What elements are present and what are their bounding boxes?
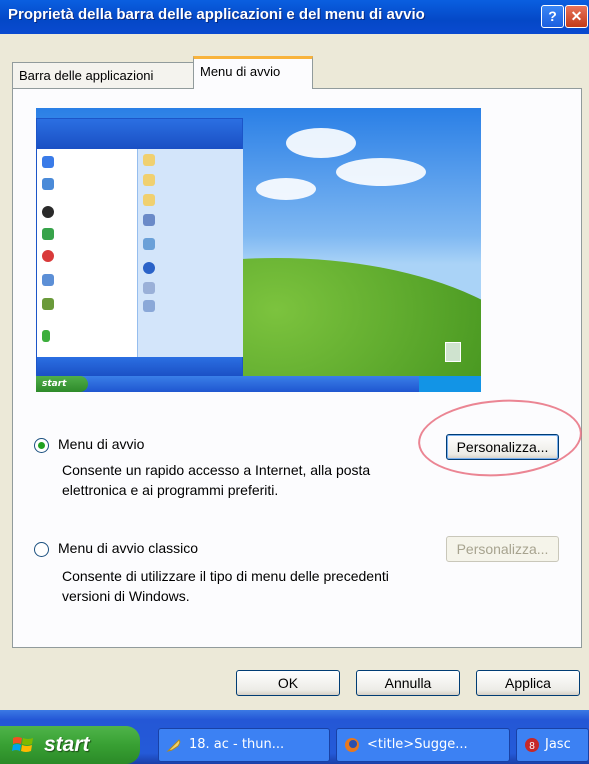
- search-icon: [143, 282, 155, 294]
- jasc-icon: 8: [525, 738, 539, 752]
- heart-icon: [42, 250, 54, 262]
- preview-tray: [419, 376, 481, 392]
- help-button[interactable]: ?: [541, 5, 564, 28]
- help-icon: [143, 262, 155, 274]
- notepad-icon: [42, 274, 54, 286]
- cloud-decoration: [336, 158, 426, 186]
- startmenu-description: Consente un rapido accesso a Internet, a…: [62, 462, 371, 498]
- taskbar-item-label: 18. ac - thun...: [189, 737, 285, 752]
- control-panel-icon: [143, 238, 155, 250]
- internet-explorer-icon: [42, 156, 54, 168]
- taskbar-item-jasc[interactable]: 8 Jasc: [516, 728, 589, 762]
- svg-text:8: 8: [529, 741, 535, 752]
- recycle-bin-icon: [445, 342, 461, 362]
- customize-startmenu-button[interactable]: Personalizza...: [446, 434, 559, 460]
- cloud-decoration: [256, 178, 316, 200]
- close-button[interactable]: ✕: [565, 5, 588, 28]
- preview-menu-left: [37, 149, 137, 357]
- tab-start-menu[interactable]: Menu di avvio: [193, 56, 313, 89]
- firefox-icon: [345, 738, 359, 752]
- radio-selected-dot: [38, 442, 45, 449]
- preview-menu-header: [37, 119, 242, 149]
- windows-logo-icon: [12, 737, 33, 752]
- start-button[interactable]: start: [0, 726, 140, 764]
- all-programs-arrow-icon: [42, 330, 50, 342]
- tab-taskbar[interactable]: Barra delle applicazioni: [12, 62, 195, 90]
- cancel-button[interactable]: Annulla: [356, 670, 460, 696]
- title-bar: Proprietà della barra delle applicazioni…: [0, 0, 589, 34]
- folder-icon: [143, 154, 155, 166]
- classic-description: Consente di utilizzare il tipo di menu d…: [62, 568, 389, 604]
- media-player-icon: [42, 206, 54, 218]
- movie-maker-icon: [42, 298, 54, 310]
- taskbar: start 18. ac - thun... <title>Sugge... 8…: [0, 710, 589, 764]
- taskbar-item-label: <title>Sugge...: [367, 737, 468, 752]
- email-icon: [42, 178, 54, 190]
- run-icon: [143, 300, 155, 312]
- folder-icon: [143, 194, 155, 206]
- start-label: start: [44, 733, 90, 756]
- cloud-decoration: [286, 128, 356, 158]
- computer-icon: [143, 214, 155, 226]
- apply-button[interactable]: Applica: [476, 670, 580, 696]
- window-title: Proprietà della barra delle applicazioni…: [8, 6, 425, 23]
- classic-label[interactable]: Menu di avvio classico: [58, 540, 198, 556]
- folder-icon: [143, 174, 155, 186]
- taskbar-item-label: Jasc: [545, 737, 571, 752]
- classic-radio[interactable]: [34, 542, 49, 557]
- preview-taskbar: [36, 376, 481, 392]
- messenger-icon: [42, 228, 54, 240]
- preview-menu-right: [137, 149, 243, 357]
- preview-start-menu: [36, 118, 243, 378]
- ok-button[interactable]: OK: [236, 670, 340, 696]
- preview-start-button: start: [36, 376, 88, 392]
- preview-menu-footer: [37, 357, 242, 377]
- taskbar-item-firefox[interactable]: <title>Sugge...: [336, 728, 510, 762]
- startmenu-radio[interactable]: [34, 438, 49, 453]
- start-menu-preview: start: [36, 108, 481, 392]
- startmenu-label[interactable]: Menu di avvio: [58, 436, 144, 452]
- feather-icon: [166, 739, 181, 752]
- customize-classic-button: Personalizza...: [446, 536, 559, 562]
- taskbar-item-thunderbird[interactable]: 18. ac - thun...: [158, 728, 330, 762]
